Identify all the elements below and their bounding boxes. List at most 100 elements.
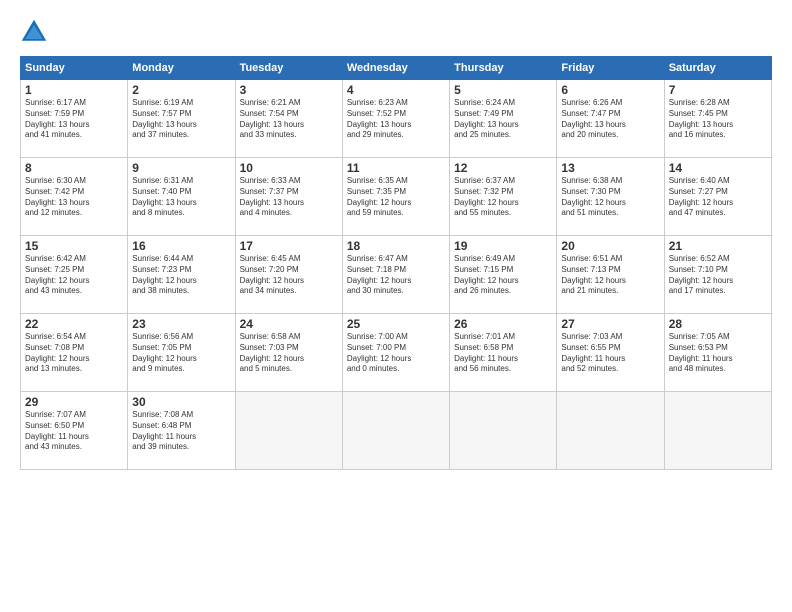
day-number: 18 <box>347 239 445 253</box>
calendar-week-2: 15Sunrise: 6:42 AMSunset: 7:25 PMDayligh… <box>21 236 772 314</box>
cell-info: Sunrise: 6:47 AMSunset: 7:18 PMDaylight:… <box>347 254 445 297</box>
day-number: 5 <box>454 83 552 97</box>
calendar-cell: 25Sunrise: 7:00 AMSunset: 7:00 PMDayligh… <box>342 314 449 392</box>
cell-info: Sunrise: 6:30 AMSunset: 7:42 PMDaylight:… <box>25 176 123 219</box>
calendar-cell: 24Sunrise: 6:58 AMSunset: 7:03 PMDayligh… <box>235 314 342 392</box>
calendar-cell <box>664 392 771 470</box>
day-number: 12 <box>454 161 552 175</box>
calendar-week-1: 8Sunrise: 6:30 AMSunset: 7:42 PMDaylight… <box>21 158 772 236</box>
calendar-cell <box>557 392 664 470</box>
day-number: 16 <box>132 239 230 253</box>
calendar-cell: 4Sunrise: 6:23 AMSunset: 7:52 PMDaylight… <box>342 80 449 158</box>
day-number: 19 <box>454 239 552 253</box>
calendar-cell <box>235 392 342 470</box>
calendar-header: SundayMondayTuesdayWednesdayThursdayFrid… <box>21 57 772 80</box>
calendar-cell: 9Sunrise: 6:31 AMSunset: 7:40 PMDaylight… <box>128 158 235 236</box>
cell-info: Sunrise: 6:52 AMSunset: 7:10 PMDaylight:… <box>669 254 767 297</box>
calendar-cell: 30Sunrise: 7:08 AMSunset: 6:48 PMDayligh… <box>128 392 235 470</box>
calendar-table: SundayMondayTuesdayWednesdayThursdayFrid… <box>20 56 772 470</box>
calendar-cell: 12Sunrise: 6:37 AMSunset: 7:32 PMDayligh… <box>450 158 557 236</box>
cell-info: Sunrise: 6:40 AMSunset: 7:27 PMDaylight:… <box>669 176 767 219</box>
cell-info: Sunrise: 6:24 AMSunset: 7:49 PMDaylight:… <box>454 98 552 141</box>
calendar-cell: 22Sunrise: 6:54 AMSunset: 7:08 PMDayligh… <box>21 314 128 392</box>
calendar-cell: 2Sunrise: 6:19 AMSunset: 7:57 PMDaylight… <box>128 80 235 158</box>
calendar-cell: 11Sunrise: 6:35 AMSunset: 7:35 PMDayligh… <box>342 158 449 236</box>
cell-info: Sunrise: 6:35 AMSunset: 7:35 PMDaylight:… <box>347 176 445 219</box>
day-number: 1 <box>25 83 123 97</box>
cell-info: Sunrise: 6:49 AMSunset: 7:15 PMDaylight:… <box>454 254 552 297</box>
calendar-cell: 1Sunrise: 6:17 AMSunset: 7:59 PMDaylight… <box>21 80 128 158</box>
cell-info: Sunrise: 6:58 AMSunset: 7:03 PMDaylight:… <box>240 332 338 375</box>
day-number: 20 <box>561 239 659 253</box>
day-number: 10 <box>240 161 338 175</box>
day-number: 7 <box>669 83 767 97</box>
day-number: 25 <box>347 317 445 331</box>
cell-info: Sunrise: 6:21 AMSunset: 7:54 PMDaylight:… <box>240 98 338 141</box>
calendar-cell: 21Sunrise: 6:52 AMSunset: 7:10 PMDayligh… <box>664 236 771 314</box>
cell-info: Sunrise: 7:07 AMSunset: 6:50 PMDaylight:… <box>25 410 123 453</box>
day-number: 11 <box>347 161 445 175</box>
calendar-cell: 6Sunrise: 6:26 AMSunset: 7:47 PMDaylight… <box>557 80 664 158</box>
day-number: 9 <box>132 161 230 175</box>
column-header-saturday: Saturday <box>664 57 771 80</box>
cell-info: Sunrise: 7:00 AMSunset: 7:00 PMDaylight:… <box>347 332 445 375</box>
cell-info: Sunrise: 6:45 AMSunset: 7:20 PMDaylight:… <box>240 254 338 297</box>
calendar-cell <box>342 392 449 470</box>
cell-info: Sunrise: 6:44 AMSunset: 7:23 PMDaylight:… <box>132 254 230 297</box>
cell-info: Sunrise: 6:28 AMSunset: 7:45 PMDaylight:… <box>669 98 767 141</box>
calendar-cell: 14Sunrise: 6:40 AMSunset: 7:27 PMDayligh… <box>664 158 771 236</box>
calendar-cell: 27Sunrise: 7:03 AMSunset: 6:55 PMDayligh… <box>557 314 664 392</box>
calendar-week-4: 29Sunrise: 7:07 AMSunset: 6:50 PMDayligh… <box>21 392 772 470</box>
calendar-cell: 23Sunrise: 6:56 AMSunset: 7:05 PMDayligh… <box>128 314 235 392</box>
cell-info: Sunrise: 6:33 AMSunset: 7:37 PMDaylight:… <box>240 176 338 219</box>
day-number: 28 <box>669 317 767 331</box>
calendar-cell: 29Sunrise: 7:07 AMSunset: 6:50 PMDayligh… <box>21 392 128 470</box>
calendar-week-0: 1Sunrise: 6:17 AMSunset: 7:59 PMDaylight… <box>21 80 772 158</box>
calendar-cell: 3Sunrise: 6:21 AMSunset: 7:54 PMDaylight… <box>235 80 342 158</box>
cell-info: Sunrise: 6:51 AMSunset: 7:13 PMDaylight:… <box>561 254 659 297</box>
day-number: 29 <box>25 395 123 409</box>
logo <box>20 18 52 46</box>
day-number: 22 <box>25 317 123 331</box>
day-number: 15 <box>25 239 123 253</box>
calendar-cell: 8Sunrise: 6:30 AMSunset: 7:42 PMDaylight… <box>21 158 128 236</box>
day-number: 4 <box>347 83 445 97</box>
day-number: 24 <box>240 317 338 331</box>
day-number: 21 <box>669 239 767 253</box>
cell-info: Sunrise: 6:42 AMSunset: 7:25 PMDaylight:… <box>25 254 123 297</box>
day-number: 3 <box>240 83 338 97</box>
calendar-cell: 17Sunrise: 6:45 AMSunset: 7:20 PMDayligh… <box>235 236 342 314</box>
page-header <box>20 18 772 46</box>
day-number: 8 <box>25 161 123 175</box>
cell-info: Sunrise: 6:26 AMSunset: 7:47 PMDaylight:… <box>561 98 659 141</box>
calendar-cell: 10Sunrise: 6:33 AMSunset: 7:37 PMDayligh… <box>235 158 342 236</box>
calendar-cell: 26Sunrise: 7:01 AMSunset: 6:58 PMDayligh… <box>450 314 557 392</box>
cell-info: Sunrise: 6:23 AMSunset: 7:52 PMDaylight:… <box>347 98 445 141</box>
column-header-sunday: Sunday <box>21 57 128 80</box>
cell-info: Sunrise: 7:01 AMSunset: 6:58 PMDaylight:… <box>454 332 552 375</box>
day-number: 30 <box>132 395 230 409</box>
calendar-cell: 15Sunrise: 6:42 AMSunset: 7:25 PMDayligh… <box>21 236 128 314</box>
calendar-cell: 7Sunrise: 6:28 AMSunset: 7:45 PMDaylight… <box>664 80 771 158</box>
cell-info: Sunrise: 6:31 AMSunset: 7:40 PMDaylight:… <box>132 176 230 219</box>
cell-info: Sunrise: 7:08 AMSunset: 6:48 PMDaylight:… <box>132 410 230 453</box>
day-number: 13 <box>561 161 659 175</box>
calendar-cell: 18Sunrise: 6:47 AMSunset: 7:18 PMDayligh… <box>342 236 449 314</box>
calendar-cell: 19Sunrise: 6:49 AMSunset: 7:15 PMDayligh… <box>450 236 557 314</box>
cell-info: Sunrise: 7:03 AMSunset: 6:55 PMDaylight:… <box>561 332 659 375</box>
calendar-cell: 28Sunrise: 7:05 AMSunset: 6:53 PMDayligh… <box>664 314 771 392</box>
logo-icon <box>20 18 48 46</box>
cell-info: Sunrise: 6:38 AMSunset: 7:30 PMDaylight:… <box>561 176 659 219</box>
calendar-cell: 5Sunrise: 6:24 AMSunset: 7:49 PMDaylight… <box>450 80 557 158</box>
cell-info: Sunrise: 6:17 AMSunset: 7:59 PMDaylight:… <box>25 98 123 141</box>
cell-info: Sunrise: 6:56 AMSunset: 7:05 PMDaylight:… <box>132 332 230 375</box>
cell-info: Sunrise: 7:05 AMSunset: 6:53 PMDaylight:… <box>669 332 767 375</box>
day-number: 2 <box>132 83 230 97</box>
column-header-tuesday: Tuesday <box>235 57 342 80</box>
cell-info: Sunrise: 6:37 AMSunset: 7:32 PMDaylight:… <box>454 176 552 219</box>
calendar-week-3: 22Sunrise: 6:54 AMSunset: 7:08 PMDayligh… <box>21 314 772 392</box>
calendar-cell: 20Sunrise: 6:51 AMSunset: 7:13 PMDayligh… <box>557 236 664 314</box>
day-number: 23 <box>132 317 230 331</box>
day-number: 14 <box>669 161 767 175</box>
day-number: 27 <box>561 317 659 331</box>
